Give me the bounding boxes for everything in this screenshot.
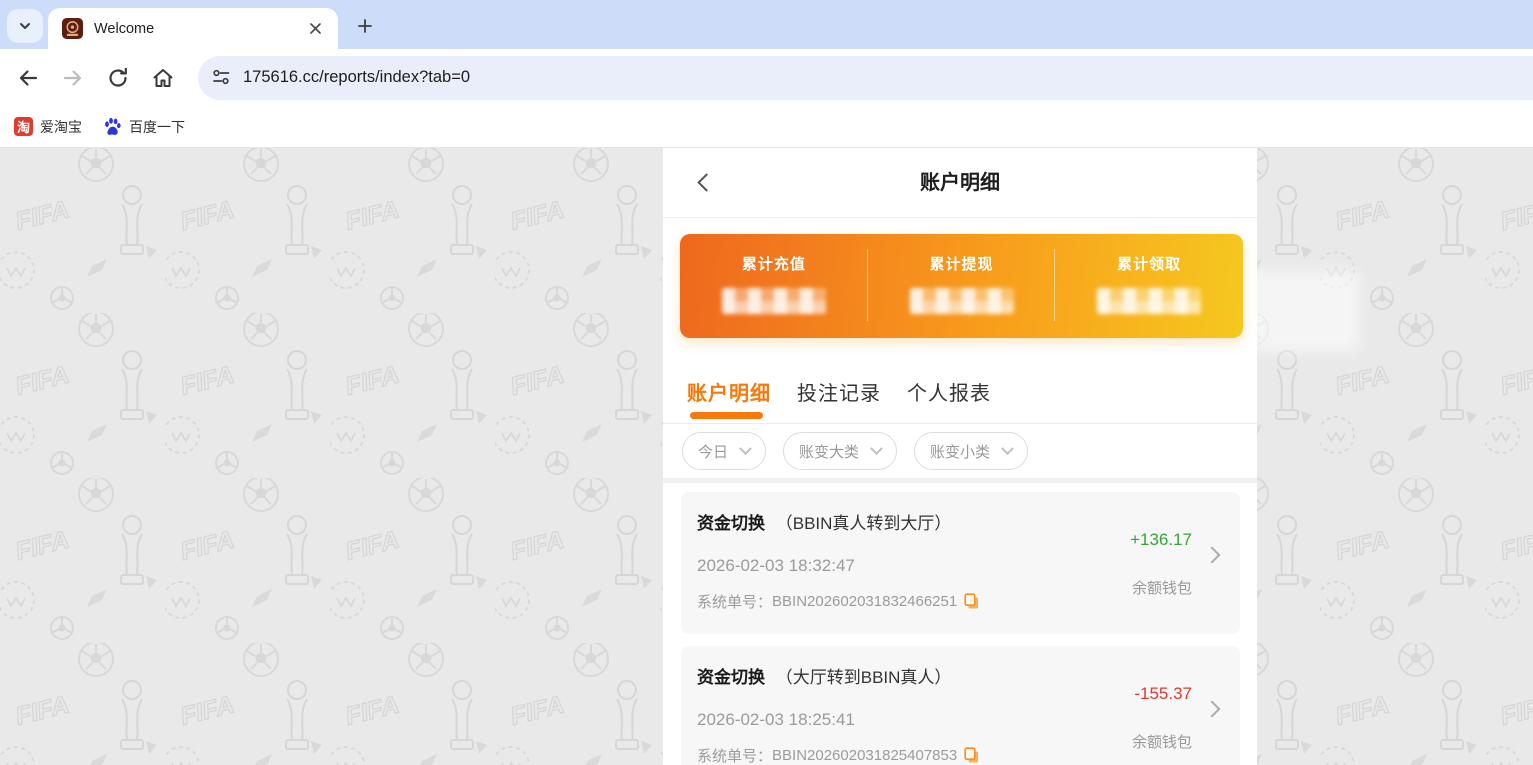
tab-search-menu-button[interactable] [7, 9, 43, 43]
record-title: 资金切换 [697, 668, 765, 687]
record-row[interactable]: 资金切换 （BBIN真人转到大厅） 2026-02-03 18:32:47 系统… [681, 492, 1240, 634]
record-wallet: 余额钱包 [1130, 577, 1192, 598]
order-label: 系统单号： [697, 591, 772, 612]
account-panel: 账户明细 累计充值 累计提现 累计领取 账户明细 投注记录 [663, 148, 1257, 765]
bookmark-baidu[interactable]: 百度一下 [103, 117, 185, 137]
order-number: BBIN202602031832466251 [772, 593, 957, 610]
record-amount: +136.17 [1130, 530, 1192, 550]
chevron-down-icon [870, 442, 883, 455]
baidu-paw-icon [103, 117, 122, 136]
filter-minor-category-dropdown[interactable]: 账变小类 [914, 432, 1028, 470]
copy-icon[interactable] [964, 747, 980, 764]
home-icon[interactable] [152, 67, 174, 89]
stat-total-deposit: 累计充值 [680, 234, 868, 338]
stat-label: 累计提现 [868, 253, 1056, 274]
site-settings-tune-icon[interactable] [212, 68, 231, 87]
stat-value-masked [722, 288, 826, 314]
bookmark-taobao[interactable]: 淘 爱淘宝 [14, 117, 82, 137]
section-divider [663, 478, 1257, 483]
stats-summary-card: 累计充值 累计提现 累计领取 [680, 234, 1243, 338]
stat-label: 累计充值 [680, 253, 868, 274]
url-text: 175616.cc/reports/index?tab=0 [243, 68, 470, 87]
filter-major-category-dropdown[interactable]: 账变大类 [783, 432, 897, 470]
new-tab-button[interactable] [352, 13, 378, 39]
filter-date-dropdown[interactable]: 今日 [682, 432, 766, 470]
page-content: FIFA [0, 148, 1533, 765]
screen: Welcome [0, 0, 1533, 765]
back-button[interactable] [694, 172, 716, 194]
report-tabs: 账户明细 投注记录 个人报表 [663, 354, 1257, 424]
stat-total-claimed: 累计领取 [1055, 234, 1243, 338]
bookmarks-bar: 淘 爱淘宝 百度一下 [0, 106, 1533, 148]
browser-tab-welcome[interactable]: Welcome [48, 8, 338, 49]
panel-header: 账户明细 [663, 148, 1257, 218]
back-icon[interactable] [17, 67, 39, 89]
filter-label: 账变小类 [930, 441, 990, 462]
chevron-left-icon [697, 173, 715, 191]
chevron-down-icon [18, 19, 32, 33]
forward-icon[interactable] [62, 67, 84, 89]
stat-total-withdraw: 累计提现 [868, 234, 1056, 338]
chevron-down-icon [1001, 442, 1014, 455]
tab-personal-report[interactable]: 个人报表 [907, 377, 991, 423]
record-subtitle: （BBIN真人转到大厅） [776, 514, 952, 533]
record-subtitle: （大厅转到BBIN真人） [776, 668, 952, 687]
bookmark-label: 爱淘宝 [40, 117, 82, 137]
browser-toolbar: 175616.cc/reports/index?tab=0 [0, 49, 1533, 106]
plus-icon [357, 18, 373, 34]
order-label: 系统单号： [697, 745, 772, 765]
record-amount: -155.37 [1132, 684, 1192, 704]
order-number: BBIN202602031825407853 [772, 747, 957, 764]
site-favicon [62, 18, 83, 39]
tab-title: Welcome [94, 21, 307, 37]
record-wallet: 余额钱包 [1132, 731, 1192, 752]
filter-row: 今日 账变大类 账变小类 [663, 424, 1257, 478]
stat-value-masked [910, 288, 1014, 314]
active-tab-underline [690, 412, 763, 419]
page-title: 账户明细 [663, 148, 1257, 218]
filter-label: 账变大类 [799, 441, 859, 462]
tab-close-icon[interactable] [307, 20, 324, 37]
stat-label: 累计领取 [1055, 253, 1243, 274]
url-bar[interactable]: 175616.cc/reports/index?tab=0 [198, 56, 1533, 100]
reload-icon[interactable] [107, 67, 129, 89]
copy-icon[interactable] [964, 593, 980, 610]
taobao-icon: 淘 [14, 117, 33, 136]
bookmark-label: 百度一下 [129, 117, 185, 137]
chevron-down-icon [739, 442, 752, 455]
stat-value-masked [1097, 288, 1201, 314]
record-row[interactable]: 资金切换 （大厅转到BBIN真人） 2026-02-03 18:25:41 系统… [681, 646, 1240, 765]
browser-tab-strip: Welcome [0, 0, 1533, 49]
record-title: 资金切换 [697, 514, 765, 533]
filter-label: 今日 [698, 441, 728, 462]
tab-bet-records[interactable]: 投注记录 [797, 377, 881, 423]
